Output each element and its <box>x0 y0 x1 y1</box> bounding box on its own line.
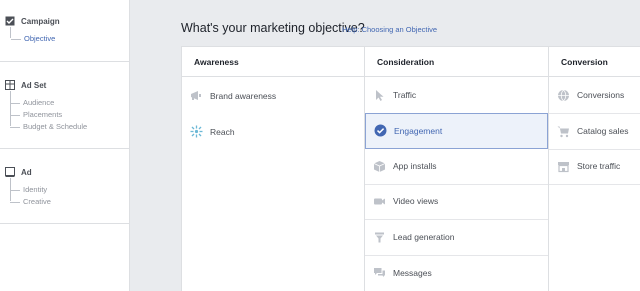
sidebar-item-audience[interactable]: Audience <box>10 98 55 107</box>
objective-reach[interactable]: Reach <box>182 114 364 150</box>
adset-icon <box>5 80 15 90</box>
page-title: What's your marketing objective? <box>181 21 365 35</box>
awareness-column: Awareness Brand awareness Reach <box>182 47 365 291</box>
sidebar-campaign-header[interactable]: Campaign <box>5 16 60 26</box>
column-header-awareness: Awareness <box>182 47 364 77</box>
objective-label: Traffic <box>393 90 417 101</box>
consideration-column: Consideration Traffic Engagement App ins… <box>365 47 549 291</box>
check-circle-icon <box>373 124 387 138</box>
app-box-icon <box>372 159 386 173</box>
sidebar-ad-header[interactable]: Ad <box>5 167 32 177</box>
chat-icon <box>372 266 386 280</box>
store-icon <box>556 159 570 173</box>
objective-label: Store traffic <box>577 161 621 172</box>
ad-icon <box>5 167 15 177</box>
objective-app-installs[interactable]: App installs <box>365 149 548 185</box>
objective-conversions[interactable]: Conversions <box>549 78 640 114</box>
sidebar-item-label: Identity <box>23 185 48 194</box>
megaphone-icon <box>189 89 203 103</box>
column-header-consideration: Consideration <box>365 47 548 77</box>
objective-brand-awareness[interactable]: Brand awareness <box>182 78 364 114</box>
objective-lead-generation[interactable]: Lead generation <box>365 220 548 256</box>
sidebar-item-creative[interactable]: Creative <box>10 197 51 206</box>
sidebar-adset-title: Ad Set <box>21 80 47 90</box>
objective-label: Lead generation <box>393 232 455 243</box>
objective-label: Reach <box>210 126 235 137</box>
objective-catalog-sales[interactable]: Catalog sales <box>549 114 640 150</box>
objective-store-traffic[interactable]: Store traffic <box>549 149 640 185</box>
sidebar-item-label: Budget & Schedule <box>23 122 88 131</box>
objective-messages[interactable]: Messages <box>365 255 548 291</box>
filter-icon <box>372 230 386 244</box>
campaign-subtree <box>10 27 11 38</box>
objective-label: Catalog sales <box>577 126 629 137</box>
adset-subtree <box>10 91 11 126</box>
sidebar-item-label: Creative <box>23 197 51 206</box>
sidebar: Campaign Objective Ad Set Audience Place… <box>0 0 130 291</box>
objective-video-views[interactable]: Video views <box>365 184 548 220</box>
globe-icon <box>556 88 570 102</box>
sidebar-item-identity[interactable]: Identity <box>10 185 48 194</box>
objective-card: Awareness Brand awareness Reach Consider… <box>181 46 640 291</box>
sidebar-item-label: Objective <box>24 34 56 43</box>
sidebar-item-placements[interactable]: Placements <box>10 110 63 119</box>
sidebar-divider <box>0 61 130 62</box>
help-link[interactable]: Help: Choosing an Objective <box>342 25 437 34</box>
checkbox-icon <box>5 16 15 26</box>
sidebar-ad-title: Ad <box>21 167 32 177</box>
video-camera-icon <box>372 194 386 208</box>
column-header-conversion: Conversion <box>549 47 640 77</box>
reach-icon <box>189 125 203 139</box>
conversion-column: Conversion Conversions Catalog sales Sto… <box>549 47 640 291</box>
objective-label: Brand awareness <box>210 90 277 101</box>
objective-engagement[interactable]: Engagement <box>365 113 548 149</box>
cursor-icon <box>372 88 386 102</box>
objective-traffic[interactable]: Traffic <box>365 78 548 114</box>
objective-label: Conversions <box>577 90 625 101</box>
sidebar-divider <box>0 148 130 149</box>
sidebar-divider <box>0 223 130 224</box>
objective-label: Messages <box>393 267 432 278</box>
sidebar-adset-header[interactable]: Ad Set <box>5 80 46 90</box>
objective-label: App installs <box>393 161 437 172</box>
sidebar-item-budget-schedule[interactable]: Budget & Schedule <box>10 122 88 131</box>
objective-label: Video views <box>393 196 439 207</box>
sidebar-item-objective[interactable]: Objective <box>11 34 56 43</box>
sidebar-item-label: Placements <box>23 110 63 119</box>
cart-icon <box>556 124 570 138</box>
objective-label: Engagement <box>394 125 443 136</box>
sidebar-campaign-title: Campaign <box>21 16 60 26</box>
sidebar-item-label: Audience <box>23 98 55 107</box>
